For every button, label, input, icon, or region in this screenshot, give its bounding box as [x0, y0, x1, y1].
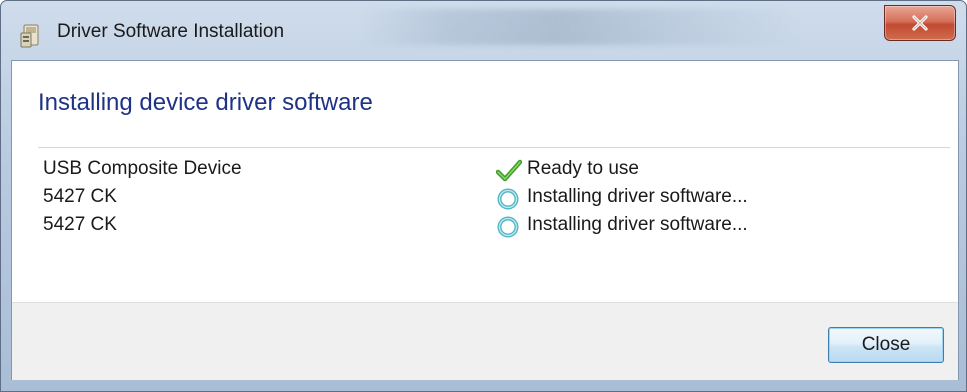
device-row: 5427 CK Installing driver software...: [12, 214, 952, 242]
close-icon: [912, 15, 928, 31]
window-close-button[interactable]: [884, 5, 956, 41]
page-title: Installing device driver software: [38, 89, 373, 116]
heading-divider: [38, 147, 950, 148]
driver-install-window: Driver Software Installation Installing …: [0, 0, 967, 392]
dialog-footer: Close: [12, 302, 958, 380]
title-bar[interactable]: Driver Software Installation: [1, 1, 966, 61]
busy-ring-icon: [497, 216, 519, 238]
busy-ring-icon: [497, 188, 519, 210]
device-name: USB Composite Device: [43, 158, 242, 179]
driver-install-icon: [20, 24, 39, 48]
window-title: Driver Software Installation: [57, 21, 285, 42]
device-name: 5427 CK: [43, 186, 117, 207]
device-row: USB Composite Device Ready to use: [12, 158, 952, 186]
device-status: Ready to use: [527, 158, 639, 179]
device-status: Installing driver software...: [527, 186, 748, 207]
device-status: Installing driver software...: [527, 214, 748, 235]
checkmark-icon: [496, 159, 522, 182]
dialog-content: Installing device driver software USB Co…: [11, 60, 959, 380]
device-row: 5427 CK Installing driver software...: [12, 186, 952, 214]
device-name: 5427 CK: [43, 214, 117, 235]
title-bar-background-blur: [361, 9, 801, 45]
close-button[interactable]: Close: [828, 327, 944, 363]
